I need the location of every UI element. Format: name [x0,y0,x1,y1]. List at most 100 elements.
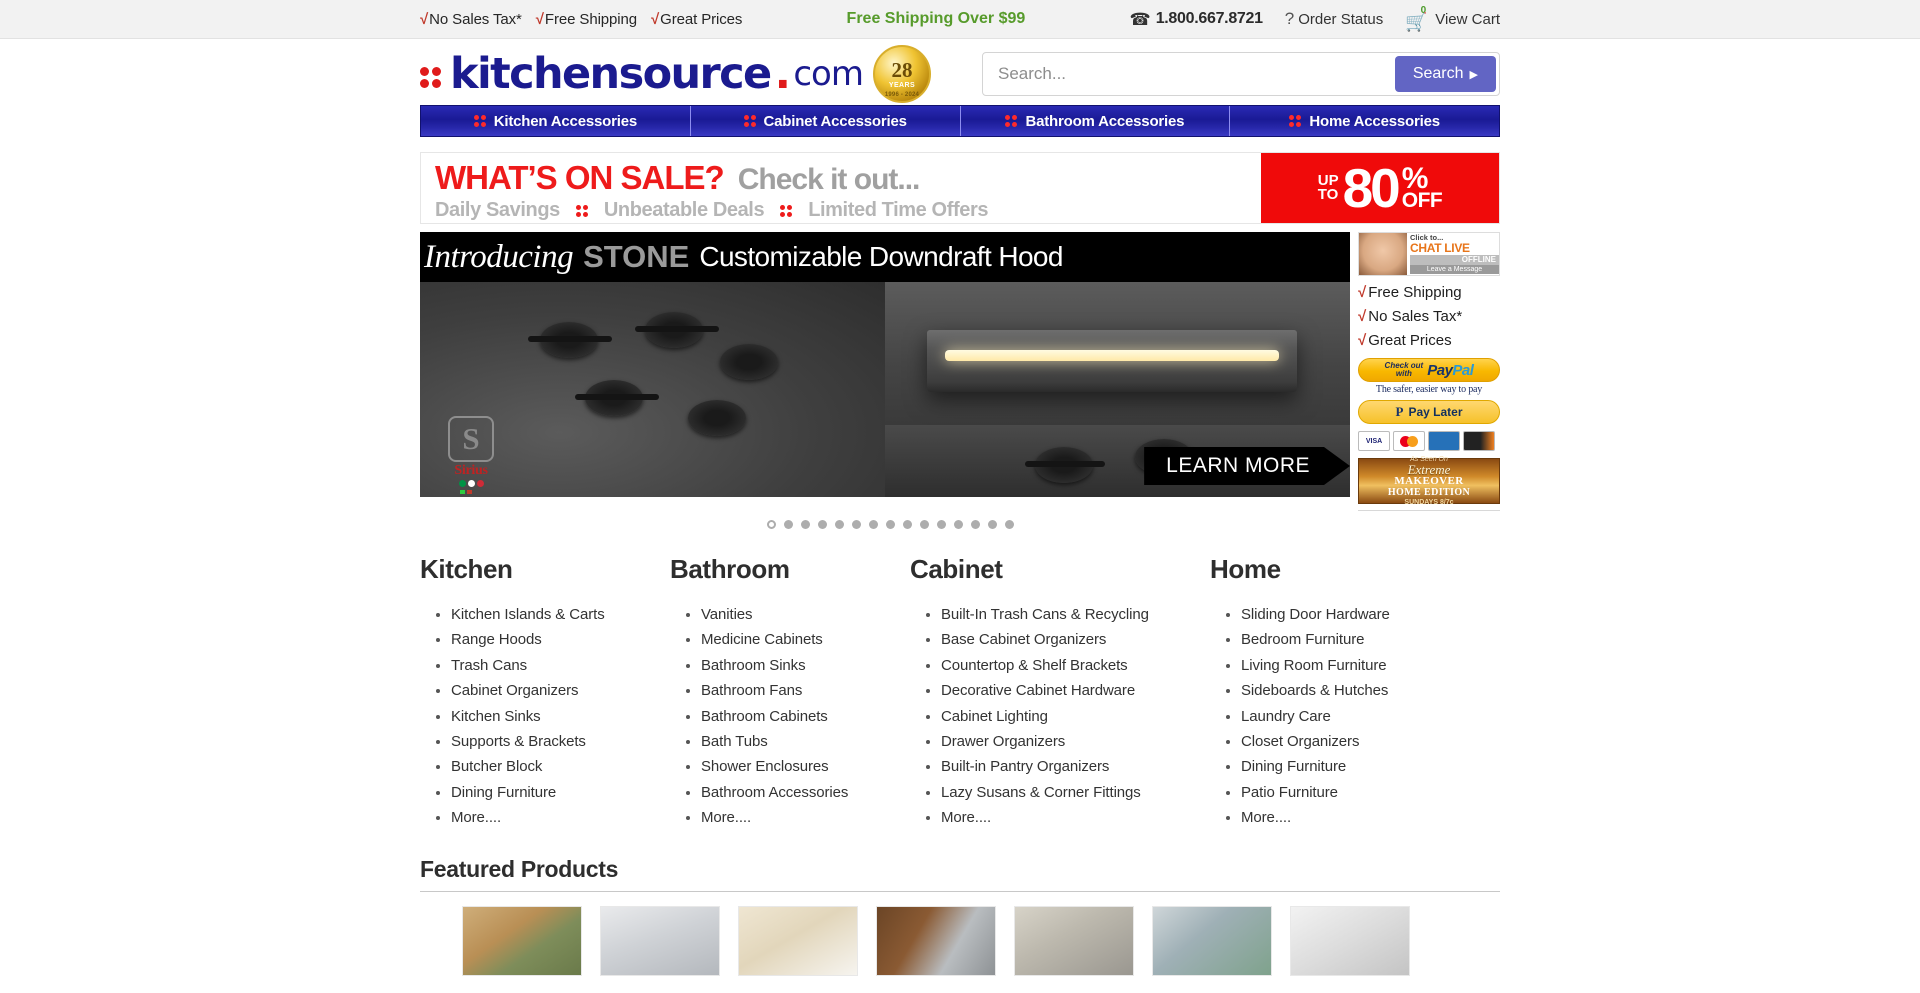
product-thumbnail[interactable] [1014,905,1134,976]
category-link[interactable]: Dining Furniture [451,780,670,805]
category-link[interactable]: Vanities [701,602,910,627]
carousel-dot[interactable] [834,520,844,529]
search-button[interactable]: Search ▶ [1394,56,1496,92]
site-logo[interactable]: kitchensource . com 28 YEARS 1996 - 2024 [420,45,931,103]
paypal-pay-later-button[interactable]: P Pay Later [1358,400,1500,424]
chat-live-widget[interactable]: Click to... CHAT LIVE OFFLINE Leave a Me… [1358,232,1500,276]
hero-carousel-slide[interactable]: Introducing STONE Customizable Downdraft… [420,232,1350,497]
phone-link[interactable]: ☎ 1.800.667.8721 [1130,10,1264,28]
hero-headline: Introducing STONE Customizable Downdraft… [420,232,1350,282]
category-link[interactable]: More.... [941,805,1210,830]
paypal-checkout-button[interactable]: Check out with PayPal [1358,358,1500,382]
paypal-p-icon: P [1395,404,1404,419]
product-thumbnail[interactable] [1290,905,1410,976]
category-link[interactable]: Bathroom Sinks [701,653,910,678]
check-icon: √ [651,10,660,28]
carousel-dot[interactable] [766,520,776,529]
category-title: Kitchen [420,554,513,584]
category-link[interactable]: Bathroom Accessories [701,780,910,805]
extreme-makeover-badge[interactable]: As Seen On Extreme MAKEOVER HOME EDITION… [1358,456,1500,506]
carousel-dot[interactable] [817,520,827,529]
category-link[interactable]: Base Cabinet Organizers [941,627,1210,652]
search-input[interactable] [986,56,1395,92]
category-link[interactable]: Bedroom Furniture [1241,627,1500,652]
category-list-bathroom: VanitiesMedicine CabinetsBathroom SinksB… [670,602,910,831]
product-thumbnail[interactable] [1152,905,1272,976]
category-link[interactable]: More.... [451,805,670,830]
category-list-home: Sliding Door HardwareBedroom FurnitureLi… [1210,602,1500,831]
category-link[interactable]: Shower Enclosures [701,754,910,779]
category-link[interactable]: Built-in Pantry Organizers [941,754,1210,779]
product-thumbnail[interactable] [462,905,582,976]
category-link[interactable]: Kitchen Sinks [451,704,670,729]
category-link[interactable]: Living Room Furniture [1241,653,1500,678]
carousel-dot[interactable] [919,520,929,529]
search-button-label: Search [1412,65,1464,82]
category-link[interactable]: Closet Organizers [1241,729,1500,754]
carousel-dot[interactable] [987,520,997,529]
category-link[interactable]: Range Hoods [451,627,670,652]
carousel-dot[interactable] [936,520,946,529]
learn-more-button[interactable]: LEARN MORE [1144,447,1350,485]
category-link[interactable]: Lazy Susans & Corner Fittings [941,780,1210,805]
product-thumbnail[interactable] [738,905,858,976]
check-icon: √ [1358,332,1367,349]
paypal-logo: PayPal [1427,361,1474,379]
category-link[interactable]: More.... [701,805,910,830]
category-link[interactable]: Supports & Brackets [451,729,670,754]
order-status-link[interactable]: ? Order Status [1285,9,1384,29]
sale-discount-badge: UP TO 80 % OFF [1261,153,1499,223]
category-link[interactable]: Bathroom Cabinets [701,704,910,729]
check-icon: √ [1358,308,1367,325]
category-link[interactable]: Butcher Block [451,754,670,779]
nav-item-bathroom-accessories[interactable]: Bathroom Accessories [961,106,1231,136]
category-link[interactable]: Bath Tubs [701,729,910,754]
paypal-tagline: The safer, easier way to pay [1375,384,1483,395]
carousel-dot[interactable] [1004,520,1014,529]
nav-item-kitchen-accessories[interactable]: Kitchen Accessories [421,106,691,136]
nav-item-cabinet-accessories[interactable]: Cabinet Accessories [691,106,961,136]
category-link[interactable]: Sliding Door Hardware [1241,602,1500,627]
category-link[interactable]: Medicine Cabinets [701,627,910,652]
category-link[interactable]: Patio Furniture [1241,780,1500,805]
product-thumbnail[interactable] [600,905,720,976]
category-link[interactable]: Countertop & Shelf Brackets [941,653,1210,678]
carousel-dot[interactable] [851,520,861,529]
carousel-dot[interactable] [885,520,895,529]
logo-period: . [774,48,791,99]
product-thumbnail[interactable] [876,905,996,976]
paypal-pay-word: Pay [1427,361,1453,379]
carousel-dot[interactable] [902,520,912,529]
sale-sub-unbeatable-deals: Unbeatable Deals [603,199,765,221]
category-link[interactable]: Laundry Care [1241,704,1500,729]
downdraft-hood-graphic [927,330,1297,392]
category-link[interactable]: Cabinet Organizers [451,678,670,703]
category-link[interactable]: Cabinet Lighting [941,704,1210,729]
nav-item-home-accessories[interactable]: Home Accessories [1230,106,1499,136]
check-icon: √ [1358,284,1367,301]
carousel-dot[interactable] [783,520,793,529]
sale-headline-secondary: Check it out... [737,163,921,196]
category-link[interactable]: Sideboards & Hutches [1241,678,1500,703]
category-link[interactable]: Bathroom Fans [701,678,910,703]
carousel-dot[interactable] [970,520,980,529]
category-link[interactable]: More.... [1241,805,1500,830]
category-link[interactable]: Trash Cans [451,653,670,678]
category-title: Cabinet [910,554,1003,584]
four-dots-icon [473,115,486,127]
view-cart-link[interactable]: 0 🛒 View Cart [1405,5,1500,31]
category-link[interactable]: Kitchen Islands & Carts [451,602,670,627]
category-link[interactable]: Drawer Organizers [941,729,1210,754]
carousel-dot[interactable] [868,520,878,529]
category-link[interactable]: Dining Furniture [1241,754,1500,779]
sirius-mark-icon: S [448,416,494,462]
sidebar-perk-no-sales-tax: √ No Sales Tax* [1358,308,1500,325]
category-columns: Kitchen Kitchen Islands & CartsRange Hoo… [420,554,1500,831]
carousel-dot[interactable] [800,520,810,529]
category-link[interactable]: Built-In Trash Cans & Recycling [941,602,1210,627]
category-link[interactable]: Decorative Cabinet Hardware [941,678,1210,703]
anniversary-badge: 28 YEARS 1996 - 2024 [872,45,931,103]
sale-promo-banner[interactable]: WHAT’S ON SALE? Check it out... Daily Sa… [420,152,1500,224]
carousel-dot[interactable] [953,520,963,529]
sirius-brand-name: Sirius [454,463,488,478]
